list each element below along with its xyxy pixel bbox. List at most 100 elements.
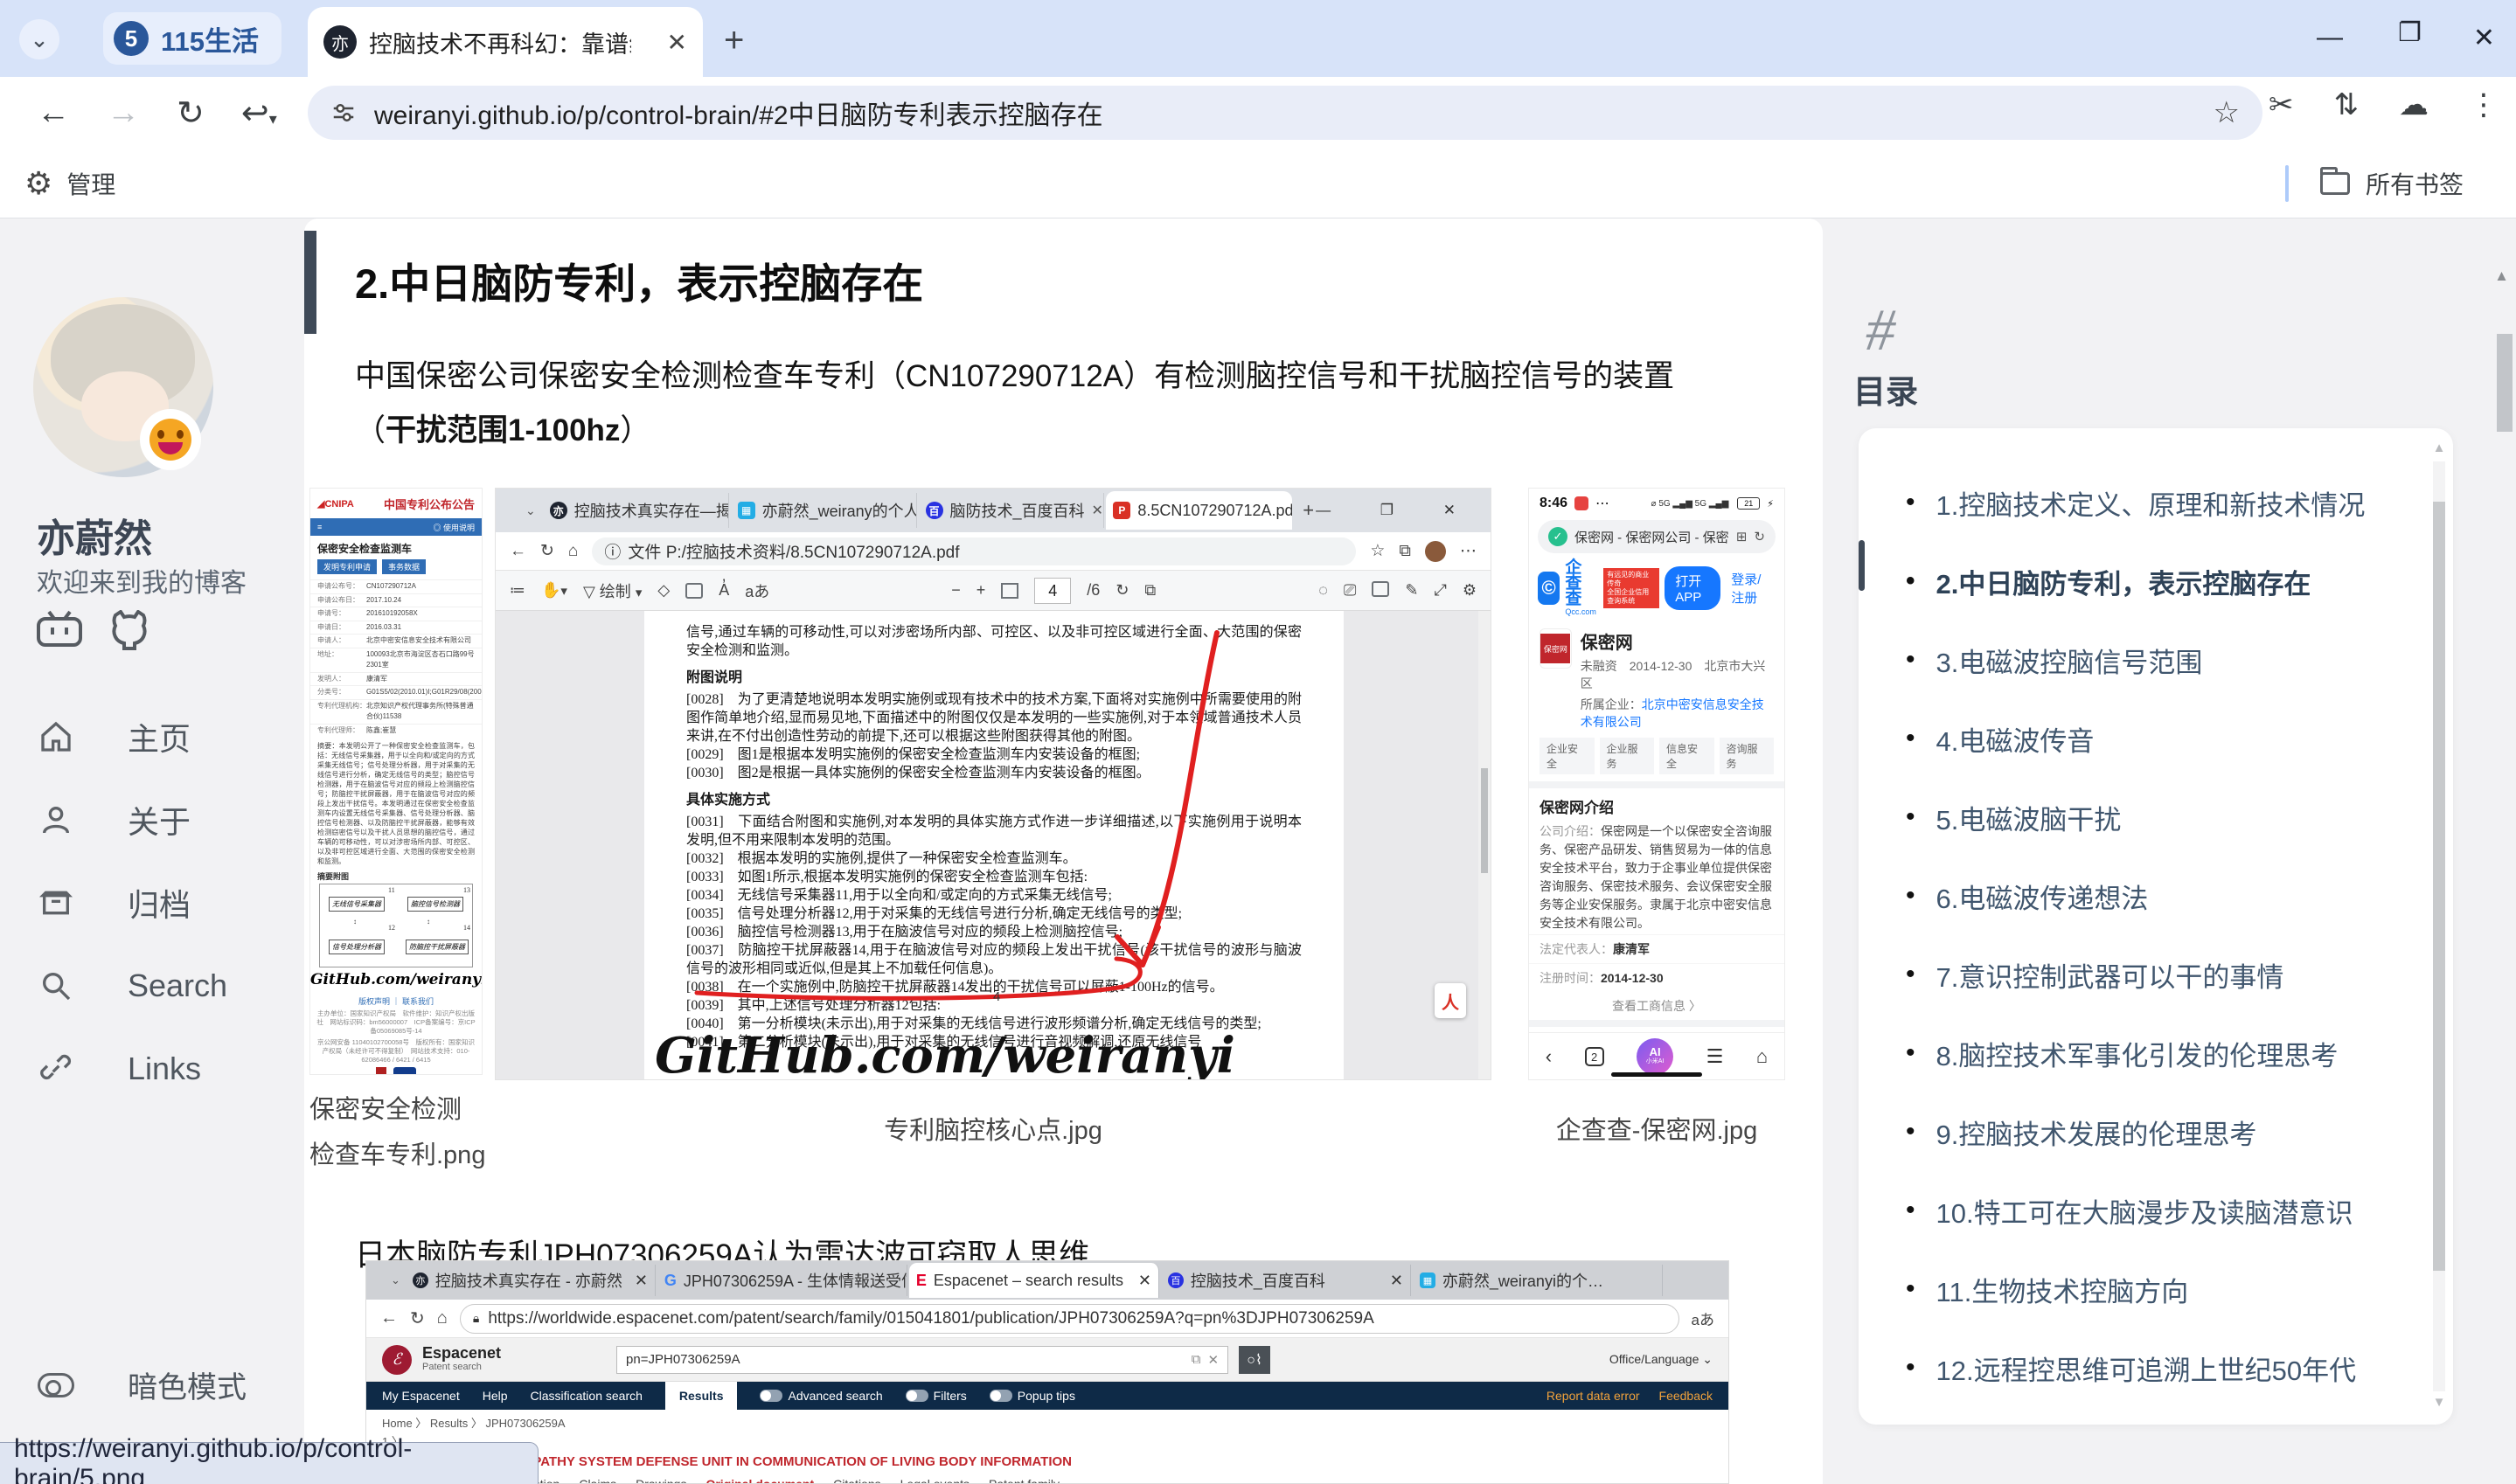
reload-button[interactable]: ↻ — [177, 94, 205, 133]
document-tabs: Bibliographic dataDescriptionClaimsDrawi… — [366, 1472, 1728, 1484]
toc-item[interactable]: •3.电磁波控脑信号范围 — [1859, 621, 2453, 699]
blog-author-name: 亦蔚然 — [37, 507, 152, 563]
active-tab[interactable]: 亦 控脑技术不再科幻：靠谱线索汇 ✕ — [308, 7, 703, 77]
embedded-tab-active: P8.5CN107290712A.pdf✕ — [1106, 491, 1292, 530]
site-settings-icon[interactable] — [330, 100, 357, 126]
section-heading[interactable]: 2.中日脑防专利，表示控脑存在 — [355, 250, 923, 310]
battery-icon: 21 — [1737, 497, 1760, 510]
clip-extension-icon[interactable]: ✂ — [2269, 87, 2294, 122]
tab-search-chevron-icon[interactable]: ⌄ — [19, 19, 59, 59]
back-icon: ‹ — [1546, 1045, 1552, 1068]
new-tab-button[interactable]: + — [724, 21, 744, 60]
github-icon[interactable] — [108, 610, 150, 650]
embedded-tab: 亦控脑技术真实存在—揭秘“我被脑…✕ — [543, 493, 729, 528]
figure-patent-page-image[interactable]: ◢CNIPA中国专利公布公告 ≡◎ 使用说明 保密安全检查监测车 发明专利申请 … — [309, 488, 483, 1075]
tab-close-icon[interactable]: ✕ — [667, 28, 687, 57]
gov-badge-icon — [376, 1067, 386, 1075]
bilibili-icon[interactable] — [37, 610, 82, 648]
figure-caption: 保密安全检测 — [309, 1089, 462, 1126]
toc-item[interactable]: •1.控脑技术定义、原理和新技术情况 — [1859, 463, 2453, 542]
all-bookmarks-label[interactable]: 所有书签 — [2366, 166, 2464, 201]
url-text: weiranyi.github.io/p/control-brain/#2中日脑… — [374, 94, 1103, 132]
search-button: ○⌇ — [1239, 1346, 1270, 1374]
chevron-down-icon: ⌄ — [525, 503, 536, 518]
page-scrollbar-thumb[interactable] — [2497, 334, 2513, 432]
embedded-tab-active: EEspacenet – search results✕ — [909, 1263, 1159, 1298]
sidebar-item-links[interactable]: Links — [37, 1027, 227, 1110]
patent-masthead: 中国专利公布公告 — [384, 496, 475, 512]
link-icon — [38, 1051, 73, 1086]
toc-scrollbar[interactable]: ▲ ▼ — [2432, 440, 2446, 1412]
window-close-button[interactable]: ✕ — [2473, 23, 2495, 53]
toc-item[interactable]: •5.电磁波脑干扰 — [1859, 778, 2453, 856]
patent-result-title: TELEPATHY SYSTEM DEFENSE UNIT IN COMMUNI… — [499, 1454, 1072, 1469]
sidebar-item-label: 关于 — [128, 797, 191, 843]
espacenet-url: https://worldwide.espacenet.com/patent/s… — [488, 1309, 1373, 1328]
blog-welcome-text: 欢迎来到我的博客 — [37, 561, 247, 600]
toc-item[interactable]: •6.电磁波传递想法 — [1859, 856, 2453, 935]
cloud-extension-icon[interactable]: ☁ — [2399, 87, 2429, 122]
toc-item[interactable]: •4.电磁波传音 — [1859, 699, 2453, 778]
folder-icon — [2320, 172, 2350, 195]
bookmark-manage[interactable]: ⚙ 管理 — [24, 165, 115, 202]
sidebar-item-label: 主页 — [128, 714, 191, 759]
embedded-tab: GJPH07306259A - 生体情報送受信|✕ — [657, 1265, 907, 1296]
dark-mode-toggle[interactable]: 暗色模式 — [37, 1363, 247, 1406]
tab-strip: ⌄ 5 115生活 亦 控脑技术不再科幻：靠谱线索汇 ✕ + — ❐ ✕ — [0, 0, 2516, 77]
figure-qcc-mobile-image[interactable]: 8:46⋯ ⌀ 5G ▂▄▆ 5G ▂▄▆21⚡ ✓保密网 - 保密网公司 - … — [1528, 488, 1785, 1080]
patent-block-diagram: 无线信号采集器11 脑控信号检测器13 ↕↕ 信号处理分析器12 防脑控干扰屏蔽… — [319, 884, 473, 967]
toc-item[interactable]: •13.其他线索 — [1859, 1407, 2453, 1425]
browser-menu-icon[interactable]: ⋮ — [2469, 87, 2499, 122]
tab-group-chip[interactable]: 5 115生活 — [103, 12, 281, 65]
toc-item[interactable]: •9.控脑技术发展的伦理思考 — [1859, 1092, 2453, 1171]
window-restore-button[interactable]: ❐ — [2398, 17, 2422, 48]
toc-item[interactable]: •11.生物技术控脑方向 — [1859, 1250, 2453, 1328]
figure-espacenet-screenshot[interactable]: ⌄ 亦控脑技术真实存在 - 亦蔚然✕ GJPH07306259A - 生体情報送… — [365, 1260, 1729, 1484]
tab-group-number-badge: 5 — [114, 21, 149, 56]
window-minimize-button[interactable]: — — [2317, 23, 2343, 52]
home-indicator — [1611, 1072, 1702, 1077]
forward-button[interactable]: → — [107, 94, 140, 132]
bookmark-star-icon[interactable]: ☆ — [2214, 95, 2240, 130]
pdf-page-input[interactable]: 4 — [1034, 578, 1071, 604]
toc-item[interactable]: •12.远程控思维可追溯上世纪50年代 — [1859, 1328, 2453, 1407]
toc-item[interactable]: •8.脑控技术军事化引发的伦理思考 — [1859, 1014, 2453, 1092]
embedded-tab: ▦亦蔚然_weiranyi的个… — [1413, 1265, 1663, 1296]
embedded-tab: 百脑防技术_百度百科✕ — [919, 493, 1105, 528]
page-scrollbar-up-arrow[interactable]: ▲ — [2494, 267, 2509, 285]
toc-item-active[interactable]: •2.中日脑防专利，表示控脑存在 — [1859, 542, 2453, 621]
watermark: GitHub.com/weiranyi — [496, 1027, 1394, 1080]
patent-btn-invention: 发明专利申请 — [317, 559, 377, 574]
embedded-tab: ▦亦蔚然_weirany的个人空间-亦蔚…✕ — [731, 493, 917, 528]
address-bar[interactable]: weiranyi.github.io/p/control-brain/#2中日脑… — [308, 86, 2262, 140]
toc-item[interactable]: •10.特工可在大脑漫步及读脑潜意识 — [1859, 1171, 2453, 1250]
gear-icon: ⚙ — [24, 165, 52, 202]
pdf-scrollbar[interactable] — [1478, 611, 1491, 1079]
home-icon — [38, 719, 73, 754]
shield-icon: ✓ — [1548, 527, 1567, 546]
sidebar-item-search[interactable]: Search — [37, 944, 227, 1027]
sidebar-item-home[interactable]: 主页 — [37, 695, 227, 778]
office-language-menu: Office/Language ⌄ — [1609, 1352, 1713, 1367]
person-icon — [38, 802, 73, 837]
updown-extension-icon[interactable]: ⇅ — [2334, 87, 2360, 122]
sidebar-item-archive[interactable]: 归档 — [37, 861, 227, 944]
article-paragraph-1: 中国保密公司保密安全检测检查车专利（CN107290712A）有检测脑控信号和干… — [355, 350, 1719, 458]
espacenet-nav: My EspacenetHelpClassification search Re… — [366, 1382, 1728, 1410]
watermark: GitHub.com/weiranyi — [310, 971, 482, 988]
toc-item[interactable]: •7.意识控制武器可以干的事情 — [1859, 935, 2453, 1014]
figure-patent-pdf-screenshot[interactable]: ⌄ 亦控脑技术真实存在—揭秘“我被脑…✕ ▦亦蔚然_weirany的个人空间-亦… — [495, 488, 1491, 1080]
figure-caption: 检查车专利.png — [309, 1134, 485, 1171]
sidebar-item-label: Search — [128, 967, 227, 1004]
back-button[interactable]: ← — [37, 94, 70, 132]
heading-accent-bar — [304, 231, 316, 334]
extension-arrow-button[interactable]: ↩▾ — [241, 94, 277, 133]
toc-card: •1.控脑技术定义、原理和新技术情况 •2.中日脑防专利，表示控脑存在 •3.电… — [1859, 428, 2453, 1425]
toc-active-indicator — [1859, 540, 1865, 591]
site-favicon: 亦 — [323, 25, 357, 59]
qcc-logo: © — [1538, 572, 1560, 605]
pdf-toolbar: ≔✋▾▽ 绘制 ▾◇A̓aあ −+ 4/6↻⧉ ◌⎚✎⤢⚙ — [496, 571, 1491, 611]
home-icon: ⌂ — [1756, 1045, 1768, 1068]
sidebar-item-about[interactable]: 关于 — [37, 778, 227, 861]
embedded-tab: 亦控脑技术真实存在 - 亦蔚然✕ — [406, 1265, 656, 1296]
